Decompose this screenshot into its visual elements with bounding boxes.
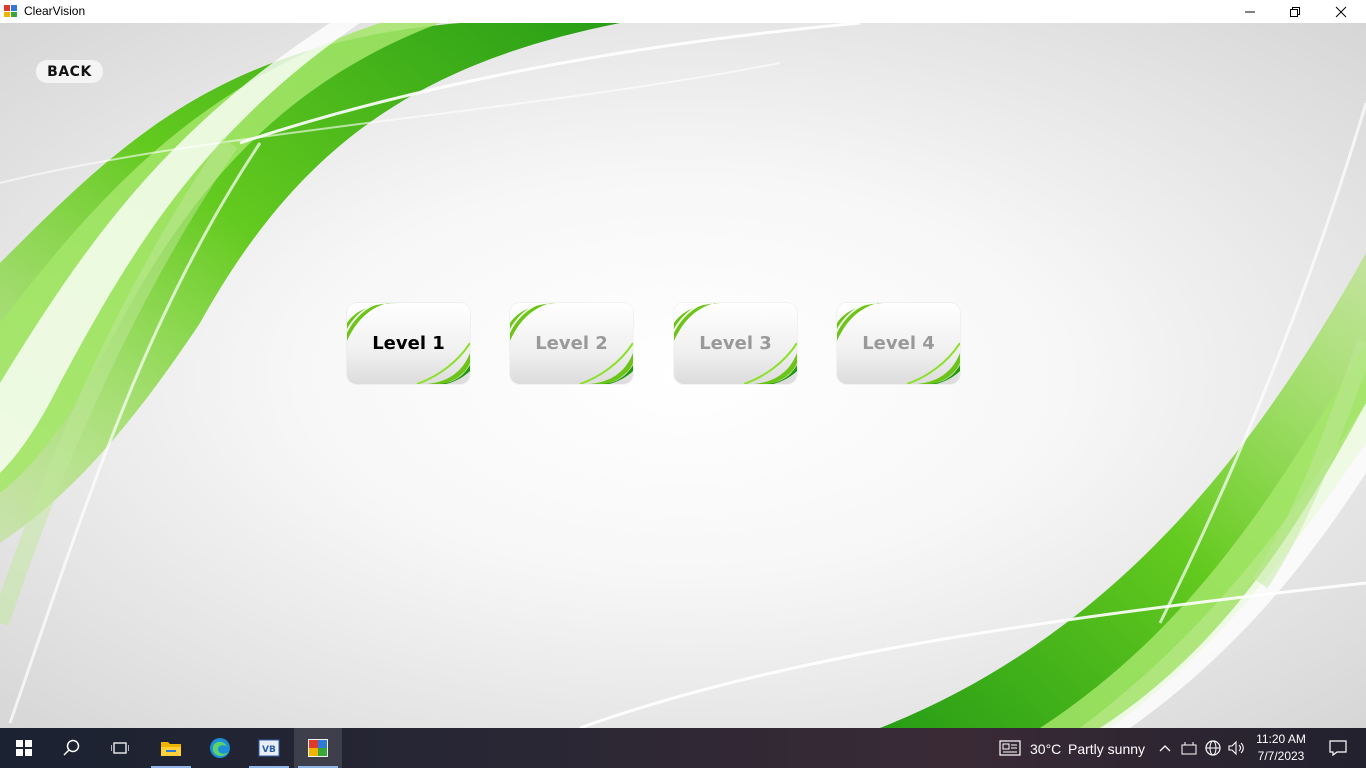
task-view-icon [111,742,129,754]
speaker-icon [1228,740,1244,756]
app-icon [4,5,17,17]
clock-time: 11:20 AM [1256,732,1306,746]
notification-icon [1329,740,1347,757]
edge-browser-button[interactable] [196,728,244,768]
network-button[interactable] [1202,728,1224,768]
clearvision-taskbar-button[interactable] [294,728,342,768]
clock[interactable]: 11:20 AM 7/7/2023 [1250,728,1312,768]
clock-date: 7/7/2023 [1257,749,1305,763]
minimize-button[interactable] [1227,0,1273,23]
level-4-button[interactable]: Level 4 [837,303,960,384]
file-explorer-button[interactable] [147,728,195,768]
close-icon [1335,6,1347,17]
input-method-button[interactable] [1178,728,1200,768]
keyboard-language-icon [1181,742,1197,755]
level-2-label: Level 2 [535,333,608,354]
title-bar: ClearVision [0,0,1366,23]
news-widget-button[interactable] [995,728,1025,768]
level-select-screen: BACK Level 1 Level 2 Level 3 Level 4 [0,23,1366,728]
svg-text:VB: VB [262,745,276,755]
edge-icon [210,738,230,758]
news-icon [999,740,1021,756]
search-button[interactable] [48,728,96,768]
level-3-label: Level 3 [699,333,772,354]
volume-button[interactable] [1226,728,1248,768]
minimize-icon [1245,11,1255,12]
level-4-label: Level 4 [862,333,935,354]
chevron-up-icon [1159,745,1171,752]
clearvision-app-icon [308,739,328,757]
close-button[interactable] [1318,0,1364,23]
globe-icon [1205,740,1221,756]
file-explorer-icon [161,742,181,756]
weather-temperature[interactable]: 30°C [1030,741,1061,757]
level-1-label: Level 1 [372,333,445,354]
level-3-button[interactable]: Level 3 [674,303,797,384]
window-title: ClearVision [24,4,86,18]
search-icon [63,739,80,756]
notifications-button[interactable] [1318,728,1358,768]
restore-button[interactable] [1272,0,1318,23]
restore-icon [1290,6,1300,17]
visual-basic-icon: VB [258,739,280,757]
visual-basic-button[interactable]: VB [245,728,293,768]
windows-start-icon [16,740,32,756]
taskbar: VB 30°C Partly sunny 11:20 AM 7/7/2023 [0,728,1366,768]
back-button[interactable]: BACK [36,60,103,83]
level-1-button[interactable]: Level 1 [347,303,470,384]
weather-condition[interactable]: Partly sunny [1068,741,1145,757]
start-button[interactable] [0,728,48,768]
show-hidden-icons-button[interactable] [1154,728,1176,768]
task-view-button[interactable] [96,728,144,768]
level-2-button[interactable]: Level 2 [510,303,633,384]
